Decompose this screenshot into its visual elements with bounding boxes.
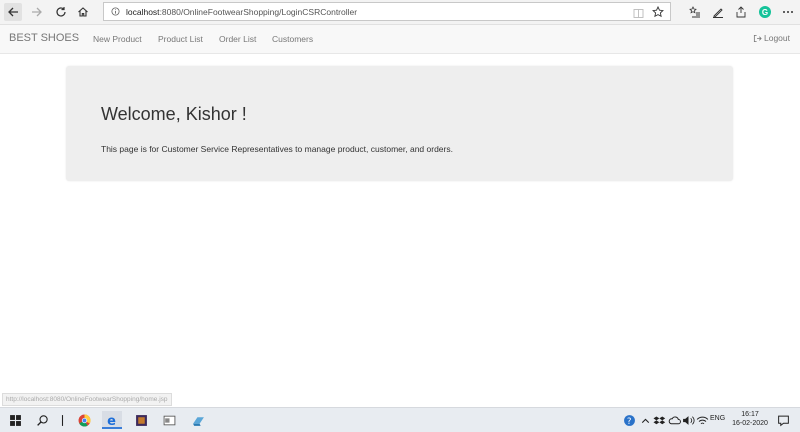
home-icon xyxy=(78,7,88,17)
status-bar-url: http://localhost:8080/OnlineFootwearShop… xyxy=(2,393,172,406)
logout-icon xyxy=(753,34,762,42)
windows-taskbar: e ? ENG 16:17 16-02-2020 xyxy=(0,407,800,432)
logout-link[interactable]: Logout xyxy=(753,33,790,43)
taskbar-chrome[interactable] xyxy=(74,411,94,429)
taskbar-edge[interactable]: e xyxy=(102,411,122,429)
task-view-button[interactable] xyxy=(52,411,72,429)
logout-label: Logout xyxy=(764,33,790,43)
share-button[interactable] xyxy=(734,5,748,19)
help-badge-icon: ? xyxy=(623,414,635,426)
more-button[interactable] xyxy=(781,5,795,19)
home-button[interactable] xyxy=(74,3,92,21)
grammarly-icon: G xyxy=(759,6,771,18)
brand-link[interactable]: BEST SHOES xyxy=(9,32,79,44)
clock-date: 16-02-2020 xyxy=(732,420,768,427)
notifications-button[interactable] xyxy=(773,411,793,429)
nav-product-list[interactable]: Product List xyxy=(158,34,203,44)
search-button[interactable] xyxy=(32,411,52,429)
share-icon xyxy=(736,6,746,18)
wifi-icon xyxy=(696,416,708,424)
app-icon xyxy=(135,414,147,426)
address-bar[interactable]: localhost:8080/OnlineFootwearShopping/Lo… xyxy=(103,2,671,21)
search-icon xyxy=(36,414,48,426)
arrow-right-icon xyxy=(32,7,42,17)
system-clock[interactable]: 16:17 16-02-2020 xyxy=(732,410,768,428)
url-text[interactable]: localhost:8080/OnlineFootwearShopping/Lo… xyxy=(126,7,357,17)
refresh-icon xyxy=(56,7,66,17)
windows-logo-icon xyxy=(9,414,21,426)
start-button[interactable] xyxy=(5,411,25,429)
welcome-description: This page is for Customer Service Repres… xyxy=(101,144,453,154)
more-dots-icon xyxy=(783,11,793,13)
nav-new-product[interactable]: New Product xyxy=(93,34,142,44)
notes-button[interactable] xyxy=(711,5,725,19)
folder-app-icon xyxy=(192,416,204,426)
taskbar-app-2[interactable] xyxy=(159,411,179,429)
window-app-icon xyxy=(163,415,175,425)
welcome-heading: Welcome, Kishor ! xyxy=(101,104,247,124)
favorites-hub-button[interactable] xyxy=(688,5,702,19)
url-path: :8080/OnlineFootwearShopping/LoginCSRCon… xyxy=(159,6,358,17)
favorite-star-icon[interactable] xyxy=(652,5,664,18)
notification-icon xyxy=(777,415,789,426)
clock-time: 16:17 xyxy=(741,411,759,418)
taskbar-app-1[interactable] xyxy=(131,411,151,429)
language-indicator[interactable]: ENG xyxy=(710,415,725,422)
back-button[interactable] xyxy=(4,3,22,21)
arrow-left-icon xyxy=(8,7,18,17)
svg-text:e: e xyxy=(107,413,116,425)
url-host: localhost xyxy=(126,6,160,17)
edge-icon: e xyxy=(107,413,116,425)
forward-button[interactable] xyxy=(28,3,46,21)
favorites-list-icon xyxy=(689,6,700,18)
nav-order-list[interactable]: Order List xyxy=(219,34,256,44)
network-tray[interactable] xyxy=(692,411,712,429)
app-navbar: BEST SHOES New Product Product List Orde… xyxy=(0,25,800,54)
welcome-panel: Welcome, Kishor ! This page is for Custo… xyxy=(66,66,733,181)
info-icon[interactable] xyxy=(108,7,122,16)
task-view-icon xyxy=(61,414,63,426)
browser-toolbar: localhost:8080/OnlineFootwearShopping/Lo… xyxy=(0,0,800,25)
chrome-icon xyxy=(78,414,91,427)
reading-view-icon[interactable] xyxy=(633,6,644,18)
taskbar-app-3[interactable] xyxy=(188,411,208,429)
refresh-button[interactable] xyxy=(52,3,70,21)
grammarly-extension-button[interactable]: G xyxy=(758,5,772,19)
nav-customers[interactable]: Customers xyxy=(272,34,313,44)
pen-icon xyxy=(713,8,723,18)
svg-text:?: ? xyxy=(626,416,631,426)
